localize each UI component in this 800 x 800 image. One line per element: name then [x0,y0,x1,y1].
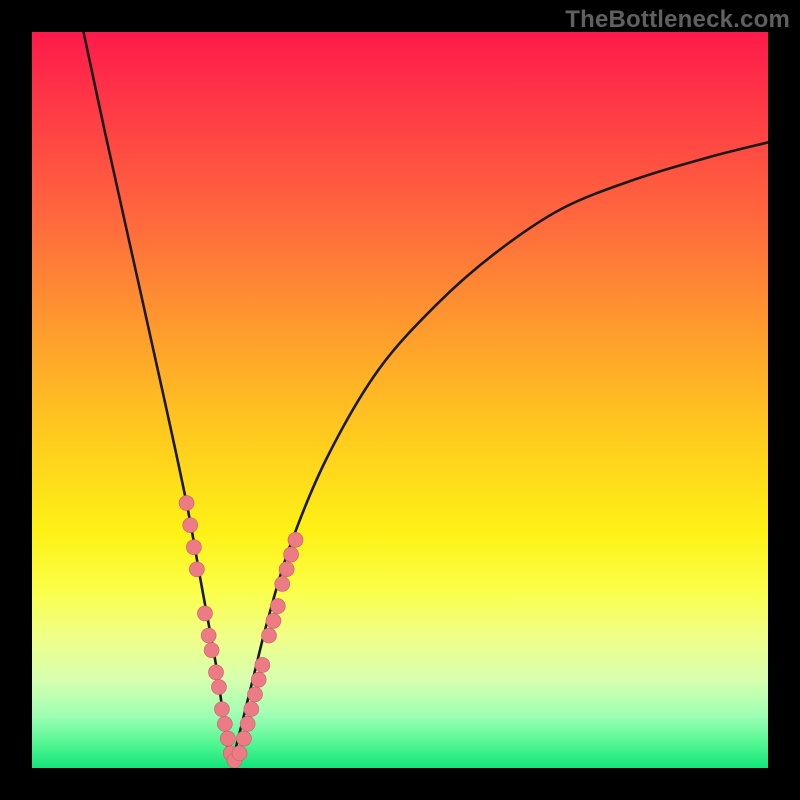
curve-marker [248,687,263,702]
curve-marker [214,702,229,717]
curve-marker [244,702,259,717]
curve-marker [266,613,281,628]
chart-frame: TheBottleneck.com [0,0,800,800]
curve-marker [279,562,294,577]
curve-marker [240,716,255,731]
curve-marker [275,577,290,592]
curve-marker [211,680,226,695]
curve-marker [186,540,201,555]
curve-marker [217,716,232,731]
bottleneck-curve [84,32,768,761]
chart-svg [32,32,768,768]
curve-marker [288,532,303,547]
curve-marker [197,606,212,621]
curve-layer [84,32,768,761]
curve-marker [261,628,276,643]
curve-marker [232,746,247,761]
curve-marker [220,731,235,746]
curve-marker [204,643,219,658]
curve-marker [189,562,204,577]
curve-marker [284,547,299,562]
marker-layer [179,496,303,768]
plot-area [32,32,768,768]
curve-marker [183,518,198,533]
curve-marker [179,496,194,511]
curve-marker [251,672,266,687]
curve-marker [270,599,285,614]
watermark-text: TheBottleneck.com [565,6,790,34]
curve-marker [201,628,216,643]
curve-marker [236,731,251,746]
curve-marker [255,657,270,672]
curve-marker [209,665,224,680]
